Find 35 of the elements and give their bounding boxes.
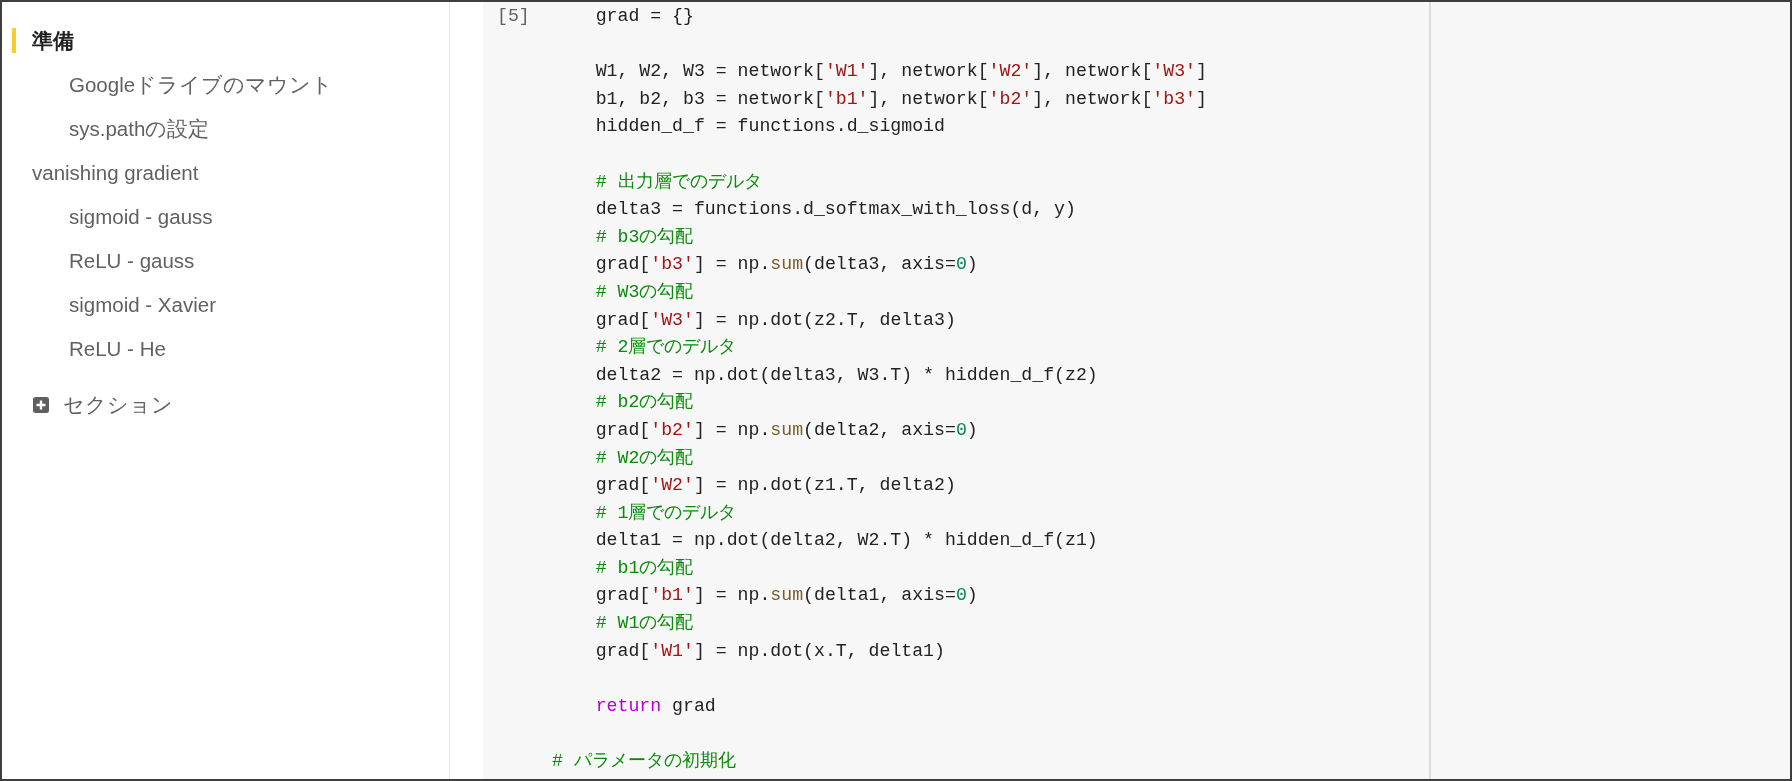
toc-item[interactable]: ReLU - gauss xyxy=(49,248,195,273)
code-line: b1, b2, b3 = network['b1'], network['b2'], network['b3'] xyxy=(595,88,1207,109)
toc-item[interactable]: ReLU - He xyxy=(49,336,166,361)
code-comment: # パラメータの初期化 xyxy=(552,751,736,772)
code-line: delta3 = functions.d_softmax_with_loss(d, y) xyxy=(595,199,1076,220)
toc-item[interactable]: sys.pathの設定 xyxy=(49,116,210,141)
plus-icon xyxy=(33,396,49,413)
code-comment: # W3の勾配 xyxy=(595,281,694,302)
toc-item[interactable]: vanishing gradient xyxy=(12,160,199,185)
code-comment: # W2の勾配 xyxy=(595,447,694,468)
code-comment: # b2の勾配 xyxy=(595,392,694,413)
code-line: grad['W3'] = np.dot(z2.T, delta3) xyxy=(595,309,956,330)
code-comment: # 1層でのデルタ xyxy=(595,502,737,523)
execution-count: [5] xyxy=(497,6,530,26)
add-section-button[interactable]: セクション xyxy=(33,392,173,417)
code-comment: # W1の勾配 xyxy=(595,613,694,634)
code-comment: # 2層でのデルタ xyxy=(595,337,737,358)
toc-item[interactable]: sigmoid - gauss xyxy=(49,204,213,229)
toc-item[interactable]: 準備 xyxy=(12,28,74,53)
code-line: grad['W1'] = np.dot(x.T, delta1) xyxy=(595,640,945,661)
code-line: grad = {} xyxy=(595,6,694,26)
code-comment: # 出力層でのデルタ xyxy=(595,171,762,192)
code-comment: # b3の勾配 xyxy=(595,226,694,247)
code-line: W1, W2, W3 = network['W1'], network['W2'], network['W3'] xyxy=(595,61,1207,82)
code-comment: # b1の勾配 xyxy=(595,557,694,578)
code-line: grad['b1'] = np.sum(delta1, axis=0) xyxy=(595,585,978,606)
code-line: grad['W2'] = np.dot(z1.T, delta2) xyxy=(595,475,956,496)
code-line: return grad xyxy=(595,695,716,716)
code-line: grad['b3'] = np.sum(delta3, axis=0) xyxy=(595,254,978,275)
code-line: hidden_d_f = functions.d_sigmoid xyxy=(595,116,945,137)
toc-item[interactable]: sigmoid - Xavier xyxy=(49,292,216,317)
code-line: delta2 = np.dot(delta3, W3.T) * hidden_d_f(z2) xyxy=(595,364,1098,385)
code-line: delta1 = np.dot(delta2, W2.T) * hidden_d_f(z1) xyxy=(595,530,1098,551)
toc-item[interactable]: Googleドライブのマウント xyxy=(49,72,334,97)
code-line: grad['b2'] = np.sum(delta2, axis=0) xyxy=(595,419,978,440)
